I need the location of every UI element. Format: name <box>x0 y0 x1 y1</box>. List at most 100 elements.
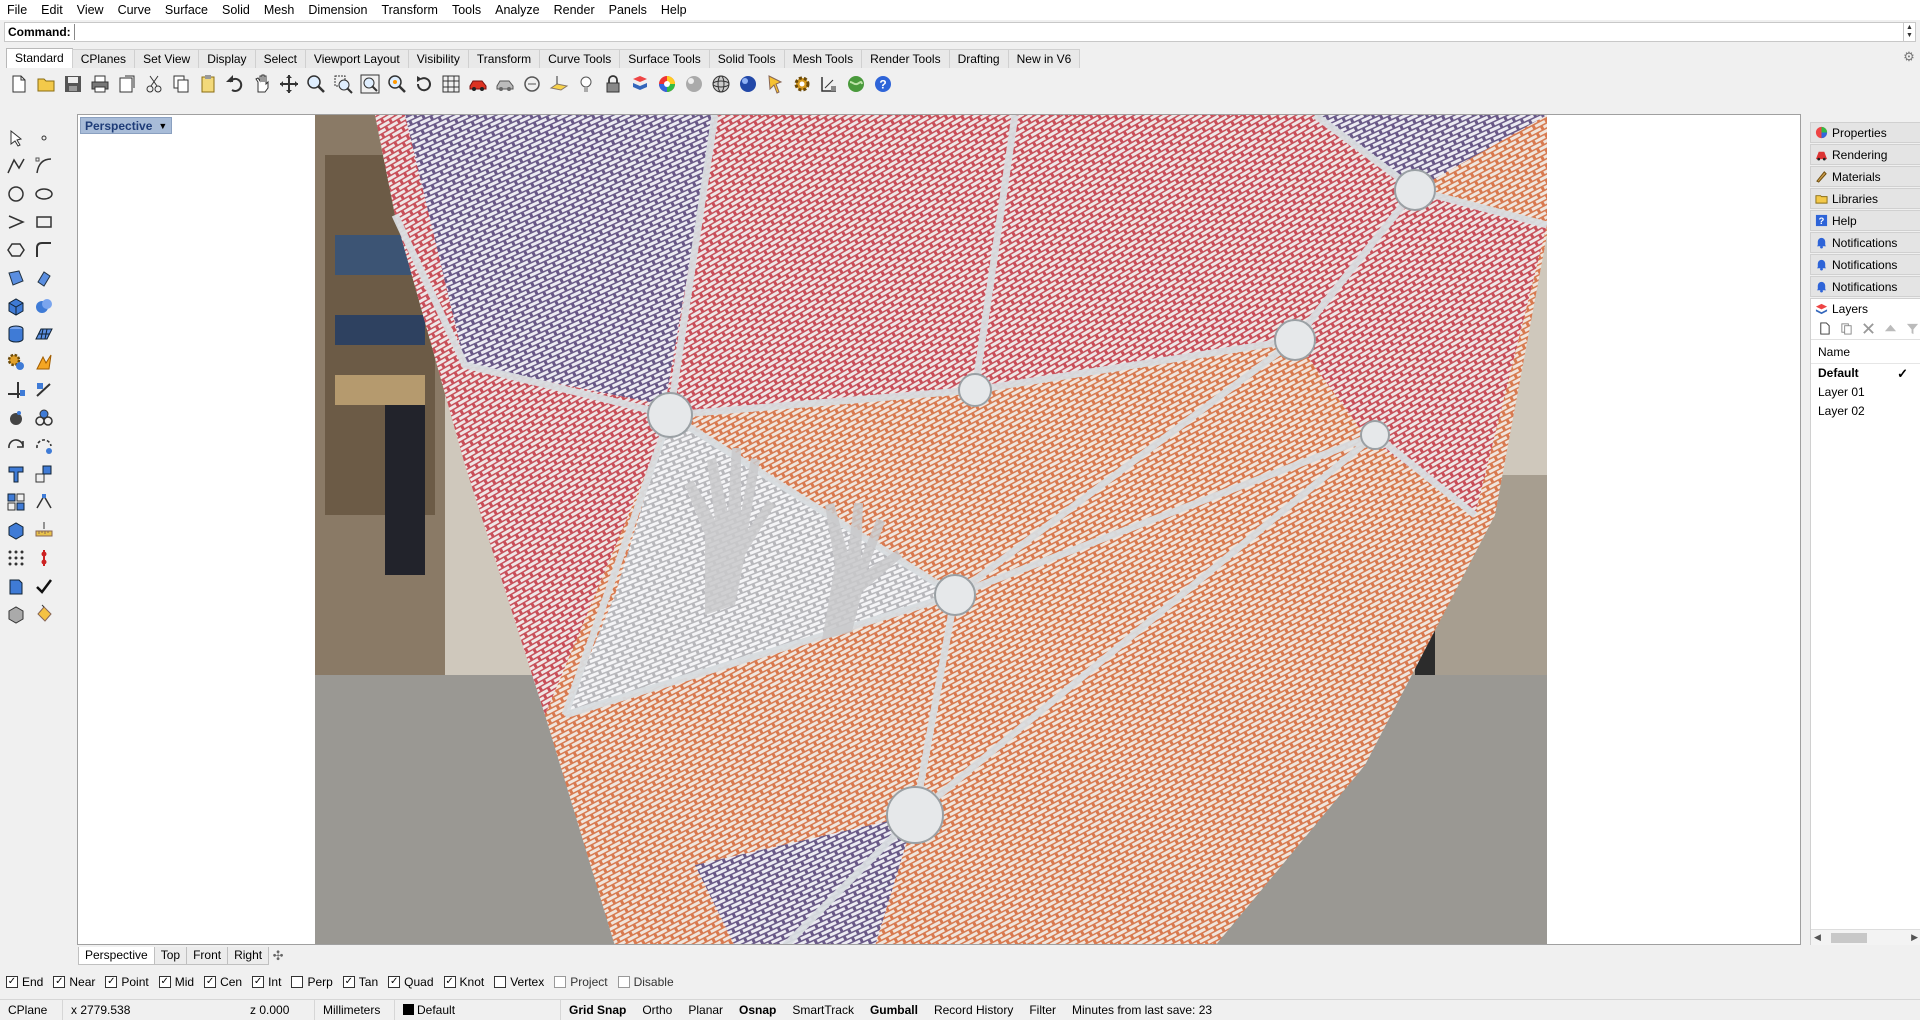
paint-bucket-icon[interactable] <box>30 601 58 628</box>
menu-mesh[interactable]: Mesh <box>257 0 302 20</box>
cut-icon[interactable] <box>141 71 167 97</box>
rotate-view-icon[interactable] <box>411 71 437 97</box>
zoom-window-icon[interactable] <box>330 71 356 97</box>
layers-column-header[interactable]: Name <box>1811 340 1920 364</box>
checkbox-point[interactable]: ✓ <box>105 976 118 988</box>
ruler-icon[interactable] <box>30 517 58 544</box>
gear-icon[interactable]: ⚙ <box>1902 50 1916 64</box>
boolean-union-icon[interactable] <box>30 293 58 320</box>
fillet-icon[interactable] <box>30 237 58 264</box>
checkbox-cen[interactable]: ✓ <box>204 976 217 988</box>
tab-mesh-tools[interactable]: Mesh Tools <box>783 49 863 68</box>
checkbox-disable[interactable] <box>617 976 630 988</box>
panel-tab-notifications[interactable]: Notifications <box>1810 232 1920 253</box>
osnap-perp[interactable]: Perp <box>291 975 333 989</box>
globe-icon[interactable] <box>843 71 869 97</box>
menu-tools[interactable]: Tools <box>445 0 488 20</box>
chevron-down-icon[interactable]: ▼ <box>158 121 167 131</box>
cylinder-solid-icon[interactable] <box>2 321 30 348</box>
scroll-thumb[interactable] <box>1831 933 1867 943</box>
import-icon[interactable] <box>114 71 140 97</box>
tab-cplanes[interactable]: CPlanes <box>71 49 136 68</box>
filter-icon[interactable] <box>1904 320 1920 338</box>
osnap-disable[interactable]: Disable <box>617 975 674 989</box>
surface-corner-icon[interactable] <box>2 265 30 292</box>
menu-help[interactable]: Help <box>654 0 694 20</box>
zoom-extents-icon[interactable] <box>357 71 383 97</box>
status-smarttrack[interactable]: SmartTrack <box>784 1000 862 1020</box>
analyze-icon[interactable] <box>30 545 58 572</box>
osnap-end[interactable]: ✓ End <box>6 975 43 989</box>
panel-tab-properties[interactable]: Properties <box>1810 122 1920 143</box>
osnap-int[interactable]: ✓ Int <box>252 975 281 989</box>
status-planar[interactable]: Planar <box>680 1000 731 1020</box>
extrude-curve-icon[interactable] <box>2 461 30 488</box>
grid-icon[interactable] <box>438 71 464 97</box>
tab-display[interactable]: Display <box>198 49 256 68</box>
osnap-quad[interactable]: ✓ Quad <box>388 975 434 989</box>
mesh-render-icon[interactable] <box>492 71 518 97</box>
osnap-mid[interactable]: ✓ Mid <box>158 975 194 989</box>
new-file-icon[interactable] <box>6 71 32 97</box>
circle-icon[interactable] <box>2 181 30 208</box>
split-icon[interactable] <box>30 377 58 404</box>
status-layer[interactable]: Default <box>394 999 560 1020</box>
add-viewport-icon[interactable]: ✣ <box>268 948 288 964</box>
checkbox-project[interactable] <box>554 976 567 988</box>
tab-visibility[interactable]: Visibility <box>407 49 469 68</box>
array-icon[interactable] <box>2 489 30 516</box>
trim-icon[interactable] <box>2 377 30 404</box>
panel-tab-rendering[interactable]: Rendering <box>1810 144 1920 165</box>
viewport-tab-right[interactable]: Right <box>227 947 270 965</box>
zoom-selected-icon[interactable] <box>384 71 410 97</box>
explode-icon[interactable] <box>2 405 30 432</box>
checkbox-perp[interactable] <box>291 976 304 988</box>
command-input[interactable] <box>73 24 1903 40</box>
panel-tab-materials[interactable]: Materials <box>1810 166 1920 187</box>
menu-view[interactable]: View <box>70 0 111 20</box>
curve-cv-icon[interactable] <box>30 153 58 180</box>
polyline-icon[interactable] <box>2 153 30 180</box>
osnap-knot[interactable]: ✓ Knot <box>443 975 484 989</box>
layer-row-layer-02[interactable]: Layer 02 <box>1811 402 1920 421</box>
menu-dimension[interactable]: Dimension <box>301 0 374 20</box>
undo-icon[interactable] <box>222 71 248 97</box>
checkbox-vertex[interactable] <box>494 976 507 988</box>
status-record-history[interactable]: Record History <box>926 1000 1021 1020</box>
tab-drafting[interactable]: Drafting <box>948 49 1009 68</box>
status-cplane[interactable]: CPlane <box>0 1000 62 1020</box>
new-layer-icon[interactable] <box>1817 320 1833 338</box>
spotlight-icon[interactable] <box>762 71 788 97</box>
osnap-vertex[interactable]: Vertex <box>494 975 544 989</box>
status-grid-snap[interactable]: Grid Snap <box>560 999 634 1020</box>
car-render-icon[interactable] <box>465 71 491 97</box>
osnap-tan[interactable]: ✓ Tan <box>342 975 378 989</box>
viewport-tab-top[interactable]: Top <box>153 947 188 965</box>
scale-icon[interactable] <box>30 461 58 488</box>
layer-row-default[interactable]: Default ✓ <box>1811 364 1920 383</box>
checkbox-int[interactable]: ✓ <box>252 976 265 988</box>
viewport-tab-front[interactable]: Front <box>186 947 229 965</box>
osnap-cen[interactable]: ✓ Cen <box>204 975 242 989</box>
paste-icon[interactable] <box>195 71 221 97</box>
layer-material-icon[interactable] <box>627 71 653 97</box>
menu-curve[interactable]: Curve <box>111 0 158 20</box>
osnap-near[interactable]: ✓ Near <box>53 975 95 989</box>
select-arrow-icon[interactable] <box>2 125 30 152</box>
menu-surface[interactable]: Surface <box>158 0 215 20</box>
panel-tab-layers[interactable]: Layers <box>1810 298 1920 319</box>
status-ortho[interactable]: Ortho <box>634 1000 680 1020</box>
box-solid-icon[interactable] <box>2 293 30 320</box>
cage-edit-icon[interactable] <box>2 517 30 544</box>
circle-dot-icon[interactable] <box>519 71 545 97</box>
osnap-point[interactable]: ✓ Point <box>105 975 149 989</box>
group-icon[interactable] <box>30 405 58 432</box>
panel-tab-notifications[interactable]: Notifications <box>1810 276 1920 297</box>
zoom-icon[interactable] <box>303 71 329 97</box>
osnap-project[interactable]: Project <box>554 975 608 989</box>
checkbox-quad[interactable]: ✓ <box>388 976 401 988</box>
checkmark-icon[interactable] <box>30 573 58 600</box>
status-filter[interactable]: Filter <box>1021 1000 1064 1020</box>
point-icon[interactable] <box>30 125 58 152</box>
dimension-icon[interactable] <box>816 71 842 97</box>
